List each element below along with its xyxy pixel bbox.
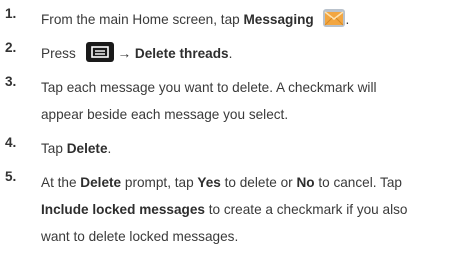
step-number: 1. (5, 6, 17, 21)
arrow-icon: → (117, 46, 132, 61)
messaging-icon (322, 8, 346, 28)
step-text: From the main Home screen, tap Messaging… (41, 6, 466, 33)
instruction-steps: 1. From the main Home screen, tap Messag… (0, 0, 472, 265)
step-text-plain: From the main Home screen, tap (41, 12, 244, 27)
step-text-bold: Messaging (243, 12, 314, 27)
step-text-plain: . (228, 46, 233, 61)
step-text-plain: to cancel. Tap (314, 175, 402, 190)
step-text-line: Tap each message you want to delete. A c… (41, 80, 377, 95)
step-text: Tap Delete. (41, 135, 466, 162)
step-text-bold: Delete threads (134, 46, 229, 61)
step-text-line: want to delete locked messages. (41, 229, 239, 244)
step-text: Tap each message you want to delete. A c… (41, 74, 466, 128)
step-text-plain: prompt, tap (121, 175, 198, 190)
step-text: At the Delete prompt, tap Yes to delete … (41, 169, 466, 250)
menu-key-icon (85, 42, 114, 63)
step-text-bold: Yes (197, 175, 221, 190)
step-number: 3. (5, 74, 17, 89)
step-text: Press → Delete threads. (41, 40, 466, 67)
step-text-plain: At the (41, 175, 81, 190)
step-text-plain: Press (41, 46, 76, 61)
step-text-plain: Tap (41, 141, 67, 156)
step-text-bold: Include locked messages (41, 202, 205, 217)
step-number: 2. (5, 40, 17, 55)
step-text-plain: . (107, 141, 112, 156)
step-text-plain: to create a checkmark if you also (204, 202, 408, 217)
step-text-plain: to delete or (220, 175, 297, 190)
step-number: 4. (5, 135, 17, 150)
step-text-line: appear beside each message you select. (41, 107, 289, 122)
step-text-bold: Delete (66, 141, 108, 156)
step-text-plain: . (345, 12, 350, 27)
step-number: 5. (5, 169, 17, 184)
step-text-bold: Delete (80, 175, 122, 190)
step-text-bold: No (296, 175, 315, 190)
